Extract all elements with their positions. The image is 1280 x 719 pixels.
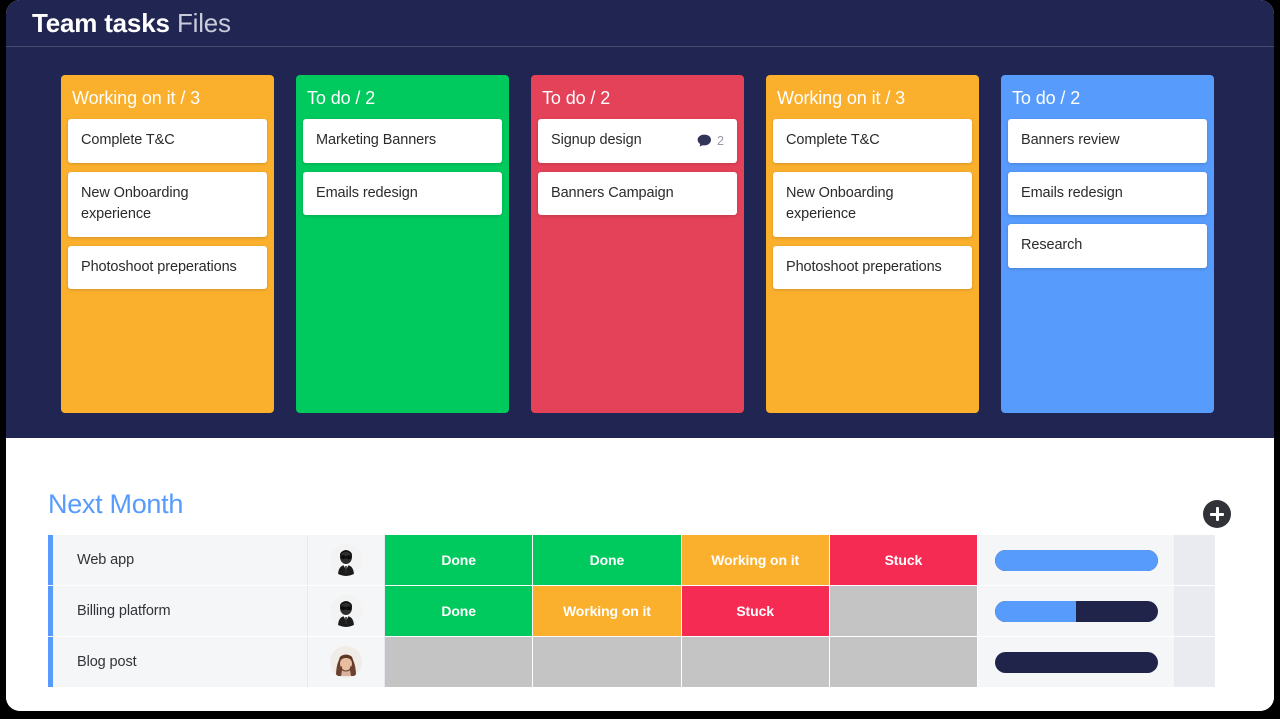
kanban-card-title: Banners review (1021, 132, 1120, 148)
kanban-column[interactable]: Working on it / 3 Complete T&C New Onboard… (766, 75, 979, 413)
status-cell[interactable] (681, 637, 830, 687)
kanban-card-title: New Onboarding experience (786, 184, 894, 223)
progress-bar-fill (994, 600, 1076, 622)
kanban-card[interactable]: New Onboarding experience (773, 171, 972, 237)
kanban-card[interactable]: Emails redesign (1008, 171, 1207, 215)
progress-bar-fill (994, 549, 1158, 571)
app-window: Team tasks Files Working on it / 3 Comple… (6, 0, 1274, 711)
kanban-card-title: New Onboarding experience (81, 184, 189, 223)
board-header: Team tasks Files (6, 0, 1274, 47)
kanban-column-title: To do / 2 (542, 88, 611, 108)
kanban-card-title: Signup design (551, 132, 642, 148)
kanban-column-title: To do / 2 (1012, 88, 1081, 108)
table-section: Next Month Web app Done Done Working on it S… (6, 438, 1274, 711)
kanban-card-title: Research (1021, 237, 1083, 253)
row-trailing-cell[interactable] (1175, 586, 1215, 636)
table-group-title[interactable]: Next Month (48, 487, 183, 521)
kanban-column[interactable]: Working on it / 3 Complete T&C New Onboard… (61, 75, 274, 413)
kanban-card[interactable]: Banners review (1008, 119, 1207, 163)
add-item-button[interactable] (1203, 500, 1231, 528)
status-cell[interactable]: Done (533, 535, 682, 585)
kanban-card-title: Photoshoot preperations (786, 258, 942, 275)
status-cell[interactable]: Done (385, 586, 534, 636)
status-cell[interactable]: Working on it (533, 586, 682, 636)
avatar (330, 646, 362, 678)
status-cell[interactable]: Stuck (681, 586, 830, 636)
row-trailing-cell[interactable] (1175, 637, 1215, 687)
progress-cell[interactable] (978, 586, 1175, 636)
row-name-text: Billing platform (77, 603, 171, 619)
status-cell[interactable] (829, 586, 978, 636)
row-name-cell[interactable]: Billing platform (53, 586, 308, 636)
kanban-card-title: Banners Campaign (551, 184, 674, 201)
board-title-secondary[interactable]: Files (177, 8, 231, 38)
kanban-card[interactable]: Photoshoot preperations (68, 245, 267, 289)
kanban-card-title: Emails redesign (316, 184, 418, 201)
kanban-card-title: Photoshoot preperations (81, 258, 237, 275)
kanban-card[interactable]: Complete T&C (773, 119, 972, 163)
progress-cell[interactable] (978, 637, 1175, 687)
task-table: Web app Done Done Working on it Stuck Billing… (48, 535, 1215, 688)
kanban-card-title: Marketing Banners (316, 132, 436, 148)
avatar (330, 595, 362, 627)
kanban-column-title: Working on it / 3 (72, 88, 201, 108)
kanban-board-section: Team tasks Files Working on it / 3 Comple… (6, 0, 1274, 438)
comment-icon (697, 134, 712, 148)
kanban-card-title: Complete T&C (81, 132, 175, 148)
status-cell[interactable]: Stuck (829, 535, 978, 585)
row-name-cell[interactable]: Web app (53, 535, 308, 585)
kanban-card[interactable]: Research (1008, 224, 1207, 268)
table-row[interactable]: Blog post (48, 637, 1215, 687)
kanban-column-title: To do / 2 (307, 88, 376, 108)
card-comment-badge[interactable]: 2 (697, 134, 724, 148)
progress-bar[interactable] (994, 600, 1158, 622)
kanban-columns: Working on it / 3 Complete T&C New Onboard… (61, 75, 1241, 415)
kanban-card[interactable]: Photoshoot preperations (773, 245, 972, 289)
status-cell[interactable] (533, 637, 682, 687)
kanban-card[interactable]: Banners Campaign (538, 171, 737, 215)
row-avatar-cell[interactable] (308, 586, 385, 636)
kanban-card-title: Emails redesign (1021, 184, 1123, 201)
kanban-card[interactable]: New Onboarding experience (68, 171, 267, 237)
progress-cell[interactable] (978, 535, 1175, 585)
table-row[interactable]: Web app Done Done Working on it Stuck (48, 535, 1215, 585)
kanban-card[interactable]: Emails redesign (303, 171, 502, 215)
status-cell[interactable]: Working on it (681, 535, 830, 585)
row-avatar-cell[interactable] (308, 535, 385, 585)
status-cell[interactable] (829, 637, 978, 687)
table-row[interactable]: Billing platform Done Working on it Stuck (48, 586, 1215, 636)
row-name-cell[interactable]: Blog post (53, 637, 308, 687)
kanban-column[interactable]: To do / 2 Marketing Banners Emails redesig… (296, 75, 509, 413)
board-title-primary: Team tasks (32, 8, 170, 38)
card-comment-count: 2 (717, 133, 724, 148)
kanban-card[interactable]: Complete T&C (68, 119, 267, 163)
board-title: Team tasks Files (32, 6, 231, 40)
kanban-column[interactable]: To do / 2 Banners review Emails redesign Re… (1001, 75, 1214, 413)
kanban-column[interactable]: To do / 2 Signup design 2 Banners Campaign (531, 75, 744, 413)
status-cell[interactable] (385, 637, 534, 687)
row-name-text: Web app (77, 552, 135, 568)
row-avatar-cell[interactable] (308, 637, 385, 687)
row-trailing-cell[interactable] (1175, 535, 1215, 585)
kanban-card[interactable]: Marketing Banners (303, 119, 502, 163)
kanban-card[interactable]: Signup design 2 (538, 119, 737, 163)
progress-bar[interactable] (994, 651, 1158, 673)
kanban-card-title: Complete T&C (786, 132, 880, 148)
row-name-text: Blog post (77, 654, 137, 670)
progress-bar[interactable] (994, 549, 1158, 571)
avatar (330, 544, 362, 576)
kanban-column-title: Working on it / 3 (777, 88, 906, 108)
status-cell[interactable]: Done (385, 535, 534, 585)
